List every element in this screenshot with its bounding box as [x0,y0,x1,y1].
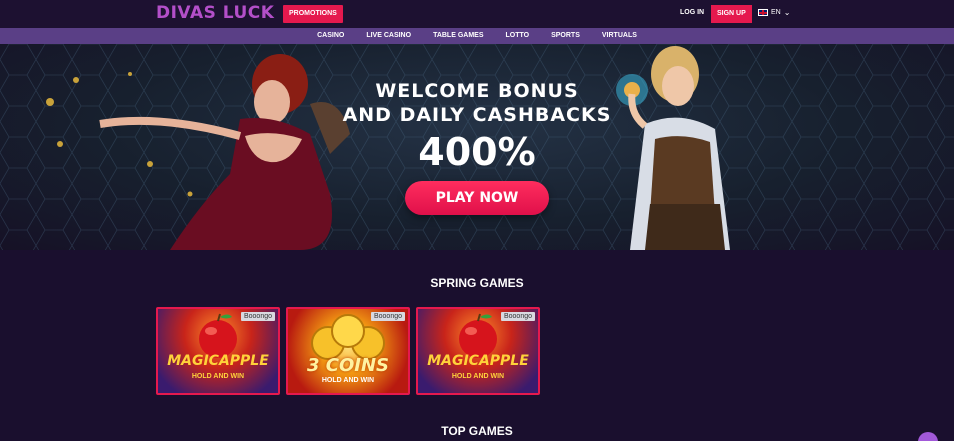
chevron-down-icon: ⌄ [783,8,791,17]
nav-lotto[interactable]: LOTTO [495,28,541,44]
hero-banner[interactable]: WELCOME BONUS AND DAILY CASHBACKS 400% P… [0,44,954,250]
game-tile-magic-apple-1[interactable]: Booongo MAGICAPPLE HOLD AND WIN [156,307,280,395]
hero-headline-line1: WELCOME BONUS [375,80,579,102]
provider-badge: Booongo [370,312,405,321]
hero-bonus-percent: 400% [418,130,536,174]
nav-live-casino[interactable]: LIVE CASINO [355,28,422,44]
provider-badge: Booongo [500,312,535,321]
hero-headline-line2: AND DAILY CASHBACKS [342,104,612,126]
signup-button[interactable]: SIGN UP [711,5,752,23]
language-label: EN [771,9,781,16]
site-logo[interactable]: DIVAS LUCK [156,3,274,23]
nav-virtuals[interactable]: VIRTUALS [591,28,648,44]
spring-games-heading: SPRING GAMES [430,276,524,290]
language-selector[interactable]: EN ⌄ [758,8,790,17]
apple-icon [459,313,497,358]
game-tile-magic-apple-2[interactable]: Booongo MAGICAPPLE HOLD AND WIN [416,307,540,395]
uk-flag-icon [758,9,768,16]
top-games-heading: TOP GAMES [441,424,513,438]
apple-icon [199,313,237,358]
nav-table-games[interactable]: TABLE GAMES [422,28,494,44]
provider-badge: Booongo [240,312,275,321]
main-nav: CASINO LIVE CASINO TABLE GAMES LOTTO SPO… [0,28,954,44]
nav-sports[interactable]: SPORTS [540,28,591,44]
game-tile-3-coins[interactable]: Booongo 3 COINS HOLD AND WIN [286,307,410,395]
game-subtitle: HOLD AND WIN [451,373,505,380]
play-now-button[interactable]: PLAY NOW [405,181,549,215]
game-subtitle: HOLD AND WIN [191,373,245,380]
nav-casino[interactable]: CASINO [306,28,355,44]
login-link[interactable]: LOG IN [680,9,704,16]
top-bar: DIVAS LUCK PROMOTIONS LOG IN SIGN UP EN … [0,0,954,28]
game-title: 3 COINS [306,355,390,376]
game-subtitle: HOLD AND WIN [321,377,375,384]
game-title: MAGICAPPLE [167,353,269,369]
game-title: MAGICAPPLE [427,353,529,369]
promotions-button[interactable]: PROMOTIONS [283,5,343,23]
